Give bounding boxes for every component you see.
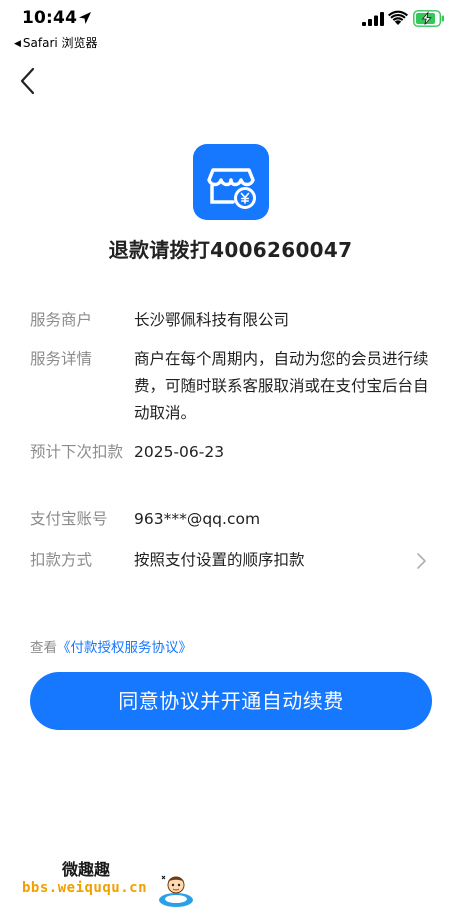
detail-value: 商户在每个周期内，自动为您的会员进行续费，可随时联系客服取消或在支付宝后台自动取…	[134, 350, 429, 422]
detail-label: 支付宝账号	[30, 510, 108, 528]
back-chevron-icon[interactable]	[16, 66, 42, 96]
chevron-right-icon	[417, 553, 426, 569]
back-triangle-icon: ◀	[14, 39, 21, 49]
agreement-prefix: 查看	[30, 640, 57, 656]
agreement-link[interactable]: 《付款授权服务协议》	[57, 640, 192, 656]
clock-time: 10:44	[22, 8, 78, 28]
detail-label: 扣款方式	[30, 551, 93, 569]
back-app-label: Safari 浏览器	[22, 36, 98, 50]
watermark-url: bbs.weiququ.cn	[22, 880, 148, 896]
mascot-icon	[159, 875, 193, 907]
watermark-title: 微趣趣	[62, 860, 111, 879]
agree-and-activate-button[interactable]: 同意协议并开通自动续费	[30, 672, 432, 730]
battery-charging-icon	[413, 10, 444, 27]
detail-label: 服务商户	[30, 311, 93, 329]
status-bar: 10:44 ◀ Safari 浏览器	[0, 0, 461, 50]
detail-value: 2025-06-23	[134, 443, 225, 461]
wifi-icon	[388, 10, 408, 25]
merchant-store-icon	[193, 144, 269, 220]
detail-label: 预计下次扣款	[30, 443, 124, 461]
back-to-app-link[interactable]: ◀ Safari 浏览器	[14, 34, 98, 51]
agreement-line: 查看《付款授权服务协议》	[30, 636, 192, 656]
refund-phone-heading: 退款请拨打4006260047	[108, 238, 353, 262]
location-arrow-icon	[79, 12, 91, 24]
detail-value: 按照支付设置的顺序扣款	[134, 551, 305, 569]
detail-value: 长沙鄂佩科技有限公司	[134, 311, 290, 329]
cellular-signal-icon	[362, 12, 384, 26]
detail-value: 963***@qq.com	[134, 510, 261, 528]
detail-label: 服务详情	[30, 350, 93, 368]
watermark: 微趣趣 bbs.weiququ.cn	[22, 850, 202, 910]
